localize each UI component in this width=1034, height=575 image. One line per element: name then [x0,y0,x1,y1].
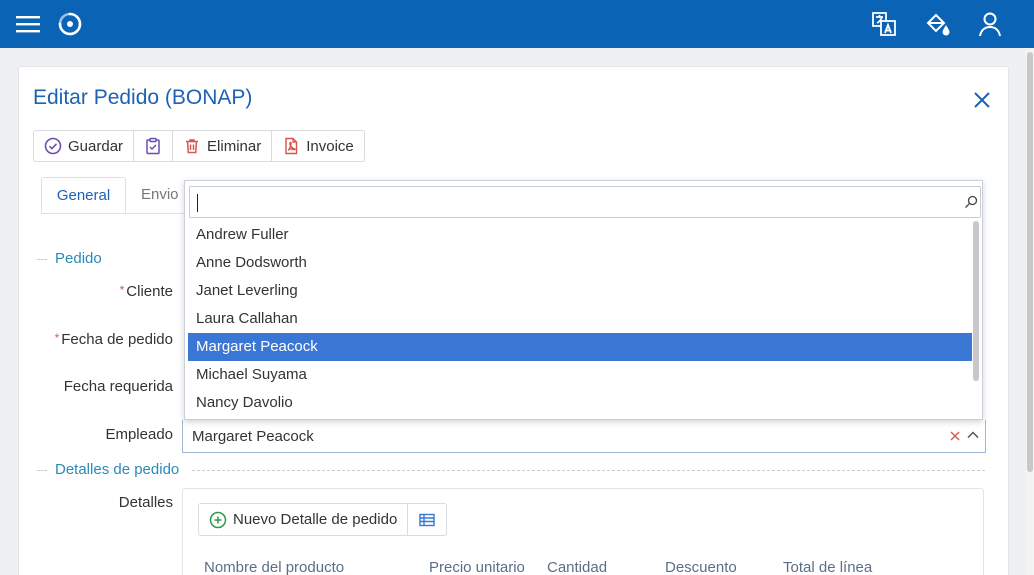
chevron-up-icon[interactable] [966,428,980,442]
check-circle-icon [44,137,62,155]
section-detalles-label: Detalles de pedido [55,461,180,478]
field-label-cliente: * Cliente [60,283,173,300]
hamburger-icon[interactable] [14,10,42,38]
dropdown-option[interactable]: Janet Leverling [188,277,972,305]
search-icon [964,195,978,209]
details-toolbar: Nuevo Detalle de pedido [198,503,448,536]
section-detalles: Detalles de pedido [37,461,985,481]
column-picker-button[interactable] [408,504,446,535]
invoice-button-label: Invoice [306,137,354,155]
required-mark: * [119,283,125,297]
clipboard-check-icon [146,137,160,155]
save-button-label: Guardar [68,137,124,155]
dropdown-option[interactable]: Anne Dodsworth [188,249,972,277]
fecha-pedido-label-text: Fecha de pedido [61,331,173,348]
dropdown-option[interactable]: Andrew Fuller [188,221,972,249]
save-button[interactable]: Guardar [34,131,135,161]
dropdown-scrollbar[interactable] [973,221,979,381]
pdf-file-icon [285,137,298,155]
tab-divider [41,213,186,214]
dropdown-options: Andrew Fuller Anne Dodsworth Janet Lever… [188,221,972,417]
column-header-producto[interactable]: Nombre del producto [204,559,344,575]
field-label-fecha-requerida: Fecha requerida [63,378,173,395]
close-icon[interactable] [971,89,993,111]
employee-combobox[interactable]: Margaret Peacock [182,420,986,453]
employee-combobox-value: Margaret Peacock [192,428,314,445]
clipboard-check-button[interactable] [134,131,174,161]
page-scrollbar-thumb[interactable] [1027,52,1033,472]
translate-icon[interactable] [870,10,898,38]
tab-general[interactable]: General [41,177,126,214]
column-header-descuento[interactable]: Descuento [665,559,737,575]
required-mark: * [54,331,60,345]
dropdown-option[interactable]: Laura Callahan [188,305,972,333]
field-label-detalles: Detalles [118,494,173,511]
dialog-toolbar: Guardar Eliminar Invoice [33,130,365,162]
tab-envio[interactable]: Envio [141,177,179,214]
plus-circle-icon [209,511,227,528]
swirl-logo-icon[interactable] [56,10,84,38]
page-title: Editar Pedido (BONAP) [33,86,253,109]
paint-bucket-icon[interactable] [922,10,950,38]
column-header-precio[interactable]: Precio unitario [429,559,525,575]
text-caret [197,194,198,212]
new-detail-label: Nuevo Detalle de pedido [233,511,398,528]
field-label-fecha-pedido: * Fecha de pedido [20,331,173,348]
delete-button[interactable]: Eliminar [173,131,273,161]
dropdown-search-input[interactable] [189,186,981,218]
page-scrollbar[interactable] [1026,48,1034,575]
clear-icon[interactable] [949,429,961,441]
new-detail-button[interactable]: Nuevo Detalle de pedido [199,504,409,535]
top-app-bar [0,0,1034,48]
column-header-cantidad[interactable]: Cantidad [547,559,607,575]
trash-icon [186,139,199,154]
user-icon[interactable] [976,10,1004,38]
field-label-empleado: Empleado [105,426,173,443]
employee-dropdown: Andrew Fuller Anne Dodsworth Janet Lever… [184,180,983,420]
invoice-button[interactable]: Invoice [272,131,364,161]
cliente-label-text: Cliente [126,283,173,300]
dropdown-option[interactable]: Nancy Davolio [188,389,972,417]
delete-button-label: Eliminar [207,137,262,155]
table-icon [419,513,435,526]
dropdown-option[interactable]: Michael Suyama [188,361,972,389]
dropdown-option-selected[interactable]: Margaret Peacock [188,333,972,361]
column-header-total[interactable]: Total de línea [783,559,872,575]
section-pedido-label: Pedido [55,250,102,267]
